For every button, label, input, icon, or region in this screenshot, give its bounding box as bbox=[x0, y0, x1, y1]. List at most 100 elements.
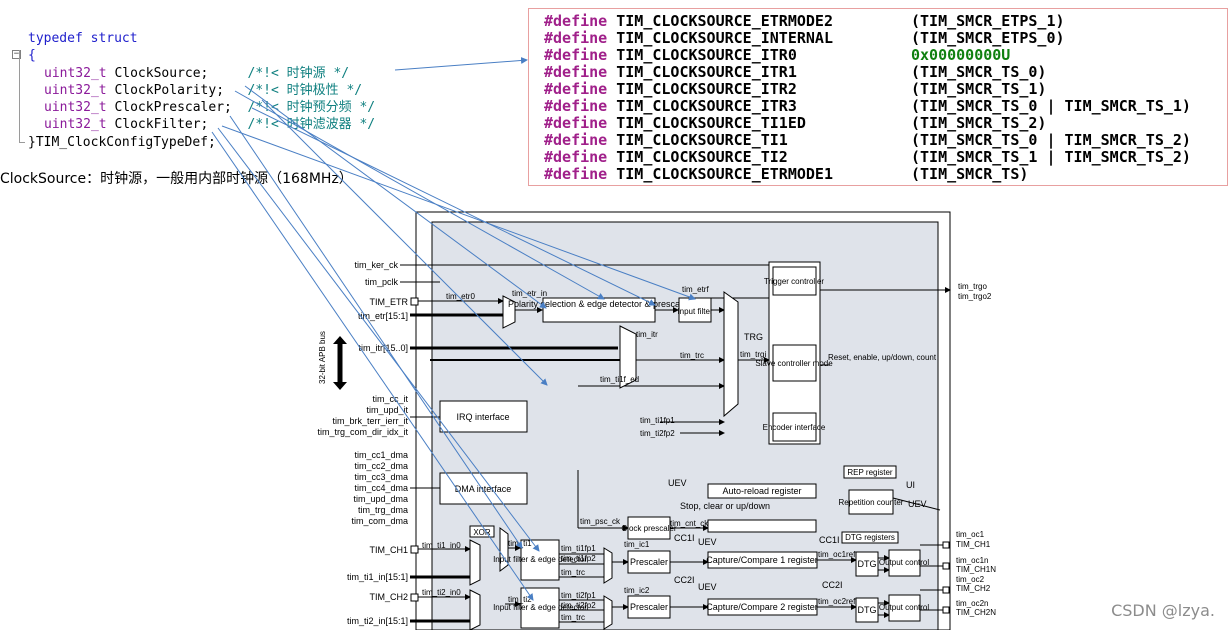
ch2-mux bbox=[469, 589, 481, 630]
pin-oc1 bbox=[942, 541, 950, 549]
pin-ch1 bbox=[410, 545, 419, 554]
trigger-mux bbox=[723, 291, 739, 418]
input-label: tim_ker_ck bbox=[354, 260, 398, 270]
autoreload-label: Auto-reload register bbox=[722, 486, 801, 496]
signal-label: CC2I bbox=[674, 575, 695, 585]
signal-label: tim_etr0 bbox=[446, 292, 475, 301]
slave-controller-label: Slave controller mode bbox=[755, 359, 833, 368]
encoder-label: Encoder interface bbox=[763, 423, 826, 432]
input-label: tim_cc4_dma bbox=[354, 483, 408, 493]
prescaler1-label: Prescaler bbox=[630, 557, 668, 567]
signal-label: CC2I bbox=[822, 580, 843, 590]
input-filter-label: Input filter bbox=[677, 307, 712, 316]
input-label: tim_itr[15..0] bbox=[358, 343, 408, 353]
signal-label: CC1I bbox=[674, 533, 695, 543]
signal-label: tim_ti2_in0 bbox=[422, 588, 461, 597]
signal-label: tim_ti2 bbox=[508, 595, 532, 604]
annotation-arrow-clocksource bbox=[394, 56, 528, 71]
trigger-controller-label: Trigger controller bbox=[764, 277, 825, 286]
input-label: tim_pclk bbox=[365, 277, 399, 287]
cc1-label: Capture/Compare 1 register bbox=[706, 555, 818, 565]
signal-label: tim_etrf bbox=[682, 285, 709, 294]
input-label: tim_com_dma bbox=[351, 516, 408, 526]
pin-oc2 bbox=[942, 586, 950, 594]
dtg1-label: DTG bbox=[858, 559, 877, 569]
output-label: tim_oc2 bbox=[956, 575, 985, 584]
signal-label: tim_ti1f_ed bbox=[600, 375, 639, 384]
output-label: tim_oc2n bbox=[956, 599, 988, 608]
output-label: tim_trgo2 bbox=[958, 292, 992, 301]
input-label: tim_ti2_in[15:1] bbox=[347, 616, 408, 626]
signal-label: tim_psc_ck bbox=[580, 517, 621, 526]
input-label: TIM_ETR bbox=[369, 297, 408, 307]
input-label: TIM_CH1 bbox=[369, 545, 408, 555]
input-label: tim_ti1_in[15:1] bbox=[347, 572, 408, 582]
signal-label: tim_ic2 bbox=[624, 586, 650, 595]
signal-label: UEV bbox=[908, 499, 927, 509]
csdn-watermark: CSDN @lzya. bbox=[1111, 601, 1215, 620]
input-label: tim_upd_dma bbox=[353, 494, 408, 504]
signal-label: tim_ti1fp1 bbox=[561, 544, 596, 553]
signal-label: tim_ti2fp2 bbox=[561, 601, 596, 610]
signal-label: tim_ic1 bbox=[624, 540, 650, 549]
signal-label: tim_oc2ref bbox=[818, 597, 856, 606]
rep-label: REP register bbox=[847, 468, 893, 477]
signal-label: tim_ti1 bbox=[508, 539, 532, 548]
signal-label: tim_ti1fp1 bbox=[640, 416, 675, 425]
pin-oc1n bbox=[942, 562, 950, 570]
signal-label: UI bbox=[906, 480, 915, 490]
pin-ch2 bbox=[410, 593, 419, 602]
signal-label: UEV bbox=[698, 537, 717, 547]
oc2-label: Output control bbox=[879, 603, 929, 612]
input-label: TIM_CH2 bbox=[369, 592, 408, 602]
output-label: tim_oc1 bbox=[956, 530, 985, 539]
output-label: TIM_CH2 bbox=[956, 584, 991, 593]
signal-label: tim_ti1fp2 bbox=[561, 554, 596, 563]
cc2-label: Capture/Compare 2 register bbox=[706, 602, 818, 612]
pin-etr bbox=[410, 297, 419, 306]
repcount-label: Repetition counter bbox=[839, 498, 904, 507]
signal-label: UEV bbox=[668, 478, 687, 488]
input-label: tim_cc_it bbox=[372, 394, 408, 404]
counter-register bbox=[707, 519, 817, 533]
signal-label: tim_trc bbox=[561, 568, 585, 577]
signal-label: TRG bbox=[744, 332, 763, 342]
output-label: TIM_CH1N bbox=[956, 565, 996, 574]
dma-label: DMA interface bbox=[455, 484, 512, 494]
signal-label: tim_oc1ref bbox=[818, 550, 856, 559]
timer-block-diagram: tim_ker_ck tim_pclk TIM_ETR tim_etr[15:1… bbox=[211, 56, 996, 630]
annotation-arrow-polarity-2 bbox=[244, 85, 547, 309]
signal-label: tim_ti2fp2 bbox=[640, 429, 675, 438]
xor-label: XOR bbox=[473, 528, 491, 537]
signal-label: tim_cnt_ck bbox=[670, 519, 709, 528]
signal-label: tim_ti2fp1 bbox=[561, 591, 596, 600]
signal-label: tim_trc bbox=[680, 351, 704, 360]
input-label: tim_cc1_dma bbox=[354, 450, 408, 460]
prescaler2-label: Prescaler bbox=[630, 602, 668, 612]
ic2-mux bbox=[603, 595, 613, 630]
signal-label: CC1I bbox=[819, 535, 840, 545]
signal-label: UEV bbox=[698, 582, 717, 592]
signal-label: Reset, enable, up/down, count bbox=[828, 353, 937, 362]
bus-label: 32-bit APB bus bbox=[318, 331, 327, 384]
oc1-label: Output control bbox=[879, 558, 929, 567]
input-label: tim_cc3_dma bbox=[354, 472, 408, 482]
input-label: tim_trg_dma bbox=[358, 505, 408, 515]
output-label: tim_trgo bbox=[958, 282, 987, 291]
signal-label: tim_trc bbox=[561, 613, 585, 622]
input-label: tim_brk_terr_ierr_it bbox=[332, 416, 408, 426]
dtg2-label: DTG bbox=[858, 605, 877, 615]
signal-label: tim_etr_in bbox=[512, 289, 547, 298]
signal-label: tim_itr bbox=[636, 330, 658, 339]
ch1-mux bbox=[469, 539, 481, 586]
pin-oc2n bbox=[942, 606, 950, 614]
stopclear-label: Stop, clear or up/down bbox=[680, 501, 770, 511]
signal-label: tim_ti1_in0 bbox=[422, 541, 461, 550]
dtgreg-label: DTG registers bbox=[845, 533, 895, 542]
output-label: tim_oc1n bbox=[956, 556, 988, 565]
clockpsc-label: Clock prescaler bbox=[621, 524, 676, 533]
output-label: TIM_CH1 bbox=[956, 540, 991, 549]
input-label: tim_trg_com_dir_idx_it bbox=[317, 427, 408, 437]
output-label: TIM_CH2N bbox=[956, 608, 996, 617]
input-label: tim_cc2_dma bbox=[354, 461, 408, 471]
